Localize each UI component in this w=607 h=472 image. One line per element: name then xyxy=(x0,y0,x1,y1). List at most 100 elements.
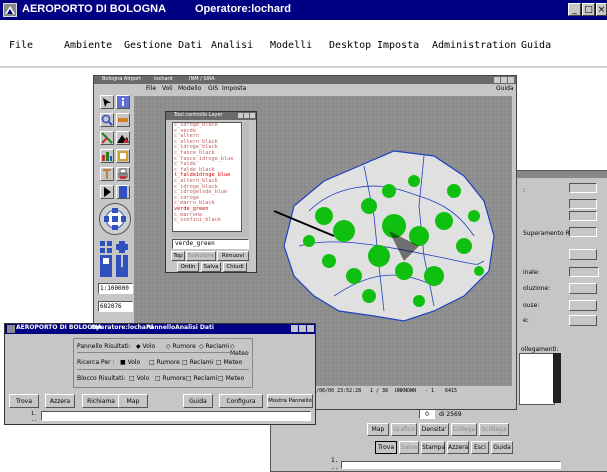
layer-list[interactable]: c_idroge_black c_verde c_altern c_altern_bl… xyxy=(172,122,242,232)
layer-close-icon[interactable] xyxy=(250,113,255,118)
trova-button[interactable]: Trova xyxy=(9,394,39,408)
blocco-reclami-check[interactable]: □ Reclami xyxy=(186,375,217,382)
guida-button[interactable]: Guida xyxy=(183,394,213,408)
chart-tool-icon[interactable] xyxy=(100,149,114,163)
ricerca-reclami-check[interactable]: □ Reclami xyxy=(182,359,213,366)
play-tool-icon[interactable] xyxy=(100,185,114,199)
gis-menu-voli[interactable]: Voli xyxy=(162,85,173,92)
layer-list-item[interactable]: c_confini_black xyxy=(174,217,233,224)
detail-dropdown-4[interactable] xyxy=(569,315,597,326)
terrain-tool-icon[interactable] xyxy=(116,131,130,145)
blocco-rumore-check[interactable]: □ Rumore xyxy=(155,375,186,382)
pannello-meteo-radio[interactable]: ◇ Meteo xyxy=(230,343,252,357)
detail-trova-button[interactable]: Trova xyxy=(375,441,397,454)
collegamenti-scrollbar[interactable] xyxy=(553,353,561,403)
layer-scrollbar[interactable] xyxy=(243,122,249,232)
menu-administration[interactable]: Administration xyxy=(432,40,516,51)
grid-tool-icon-3[interactable] xyxy=(100,255,114,267)
collegamenti-list[interactable] xyxy=(519,353,555,405)
gis-close-icon[interactable] xyxy=(508,77,514,83)
azzera-button[interactable]: Azzera xyxy=(45,394,75,408)
gis-minimize-icon[interactable] xyxy=(494,77,500,83)
ricerca-rumore-check[interactable]: □ Rumore xyxy=(149,359,180,366)
text-tool-icon[interactable] xyxy=(100,167,114,181)
layer-selected-field[interactable]: verde_green xyxy=(172,239,249,249)
pannello-volo-radio[interactable]: ◆ Volo xyxy=(136,343,155,350)
grid-tool-icon-1[interactable] xyxy=(100,241,114,253)
map-button[interactable]: Map xyxy=(118,394,148,408)
detail-esci-button[interactable]: Esci xyxy=(471,441,489,454)
detail-field-1[interactable] xyxy=(569,183,597,193)
measure-tool-icon[interactable] xyxy=(100,131,114,145)
gis-maximize-icon[interactable] xyxy=(501,77,507,83)
layer-maximize-icon[interactable] xyxy=(244,113,249,118)
detail-field-4[interactable] xyxy=(569,227,597,237)
ricerca-meteo-check[interactable]: □ Meteo xyxy=(216,359,242,366)
pannello-rumore-radio[interactable]: ◇ Rumore xyxy=(166,343,196,350)
scale-field[interactable]: 1:100000 xyxy=(98,283,133,294)
gis-menu-file[interactable]: File xyxy=(146,85,156,92)
detail-field-5[interactable] xyxy=(569,267,599,277)
close-icon[interactable]: × xyxy=(596,3,607,16)
minimize-icon[interactable]: _ xyxy=(568,3,581,16)
gis-menu-guida[interactable]: Guida xyxy=(496,85,514,92)
detail-grafico-button[interactable]: Grafico xyxy=(391,423,417,436)
ricerca-volo-check[interactable]: ■ Volo xyxy=(120,359,140,366)
detail-collega-button[interactable]: Collega xyxy=(451,423,477,436)
analisi-close-icon[interactable] xyxy=(307,325,314,332)
detail-scollega-button[interactable]: Scollega xyxy=(479,423,509,436)
menu-imposta[interactable]: Imposta xyxy=(377,40,419,51)
richiama-button[interactable]: Richiama xyxy=(82,394,120,408)
page-input[interactable]: 0 xyxy=(419,409,435,419)
detail-dropdown-1[interactable] xyxy=(569,249,597,260)
layer-item[interactable]: c_idroge_black c_verde c_altern c_altern_bl… xyxy=(174,123,233,224)
layer-top-button[interactable]: Top xyxy=(171,251,185,261)
detail-stampa-button[interactable]: Stampa xyxy=(421,441,445,454)
detail-field-3[interactable] xyxy=(569,211,597,221)
print-tool-icon[interactable] xyxy=(116,167,130,181)
analisi-minimize-icon[interactable] xyxy=(291,325,298,332)
menu-file[interactable]: File xyxy=(9,40,33,51)
detail-azzera-button[interactable]: Azzera xyxy=(447,441,469,454)
layers-tool-icon[interactable] xyxy=(116,149,130,163)
zoom-tool-icon[interactable] xyxy=(100,113,114,127)
blocco-volo-check[interactable]: □ Volo xyxy=(129,375,149,382)
layer-selezione-button[interactable]: Selezione xyxy=(186,251,216,261)
layer-h-scrollbar[interactable] xyxy=(172,232,249,237)
pan-compass-icon[interactable] xyxy=(99,203,131,235)
maximize-icon[interactable]: □ xyxy=(582,3,595,16)
menu-ambiente[interactable]: Ambiente xyxy=(64,40,112,51)
gis-menu-modello[interactable]: Modello xyxy=(178,85,201,92)
detail-salva-button[interactable]: Salva xyxy=(399,441,419,454)
bookmark-tool-icon[interactable] xyxy=(116,185,130,199)
gis-menu-imposta[interactable]: Imposta xyxy=(222,85,246,92)
gis-menu-gis[interactable]: GIS xyxy=(208,85,218,92)
detail-dropdown-2[interactable] xyxy=(569,283,597,294)
pannello-reclami-radio[interactable]: ◇ Reclami xyxy=(199,343,229,350)
grid-tool-icon-2[interactable] xyxy=(116,241,130,253)
layer-ordin-button[interactable]: Ordin xyxy=(177,262,199,272)
configura-button[interactable]: Configura xyxy=(219,394,263,408)
layer-salva-button[interactable]: Salva xyxy=(201,262,221,272)
grid-tool-icon-5[interactable] xyxy=(100,267,130,277)
analisi-maximize-icon[interactable] xyxy=(299,325,306,332)
layer-minimize-icon[interactable] xyxy=(238,113,243,118)
menu-desktop[interactable]: Desktop xyxy=(329,40,371,51)
layer-chiudi-button[interactable]: Chiudi xyxy=(223,262,247,272)
analisi-message-field[interactable] xyxy=(41,411,311,421)
grid-tool-icon-4[interactable] xyxy=(116,255,130,267)
detail-field-2[interactable] xyxy=(569,199,597,209)
coord-field[interactable]: 682076 xyxy=(98,301,133,312)
menu-modelli[interactable]: Modelli xyxy=(270,40,312,51)
detail-message-field[interactable] xyxy=(341,461,561,469)
layer-rimuovi-button[interactable]: Rimuovi xyxy=(217,251,249,261)
ruler-tool-icon[interactable] xyxy=(116,113,130,127)
info-tool-icon[interactable] xyxy=(116,95,130,109)
mostra-pannello-button[interactable]: Mostra Pannello xyxy=(267,394,313,408)
detail-guida-button[interactable]: Guida xyxy=(491,441,513,454)
blocco-meteo-check[interactable]: □ Meteo xyxy=(218,375,244,382)
detail-dropdown-3[interactable] xyxy=(569,300,597,311)
pointer-tool-icon[interactable] xyxy=(100,95,114,109)
detail-map-button[interactable]: Map xyxy=(367,423,389,436)
menu-guida[interactable]: Guida xyxy=(521,40,551,51)
